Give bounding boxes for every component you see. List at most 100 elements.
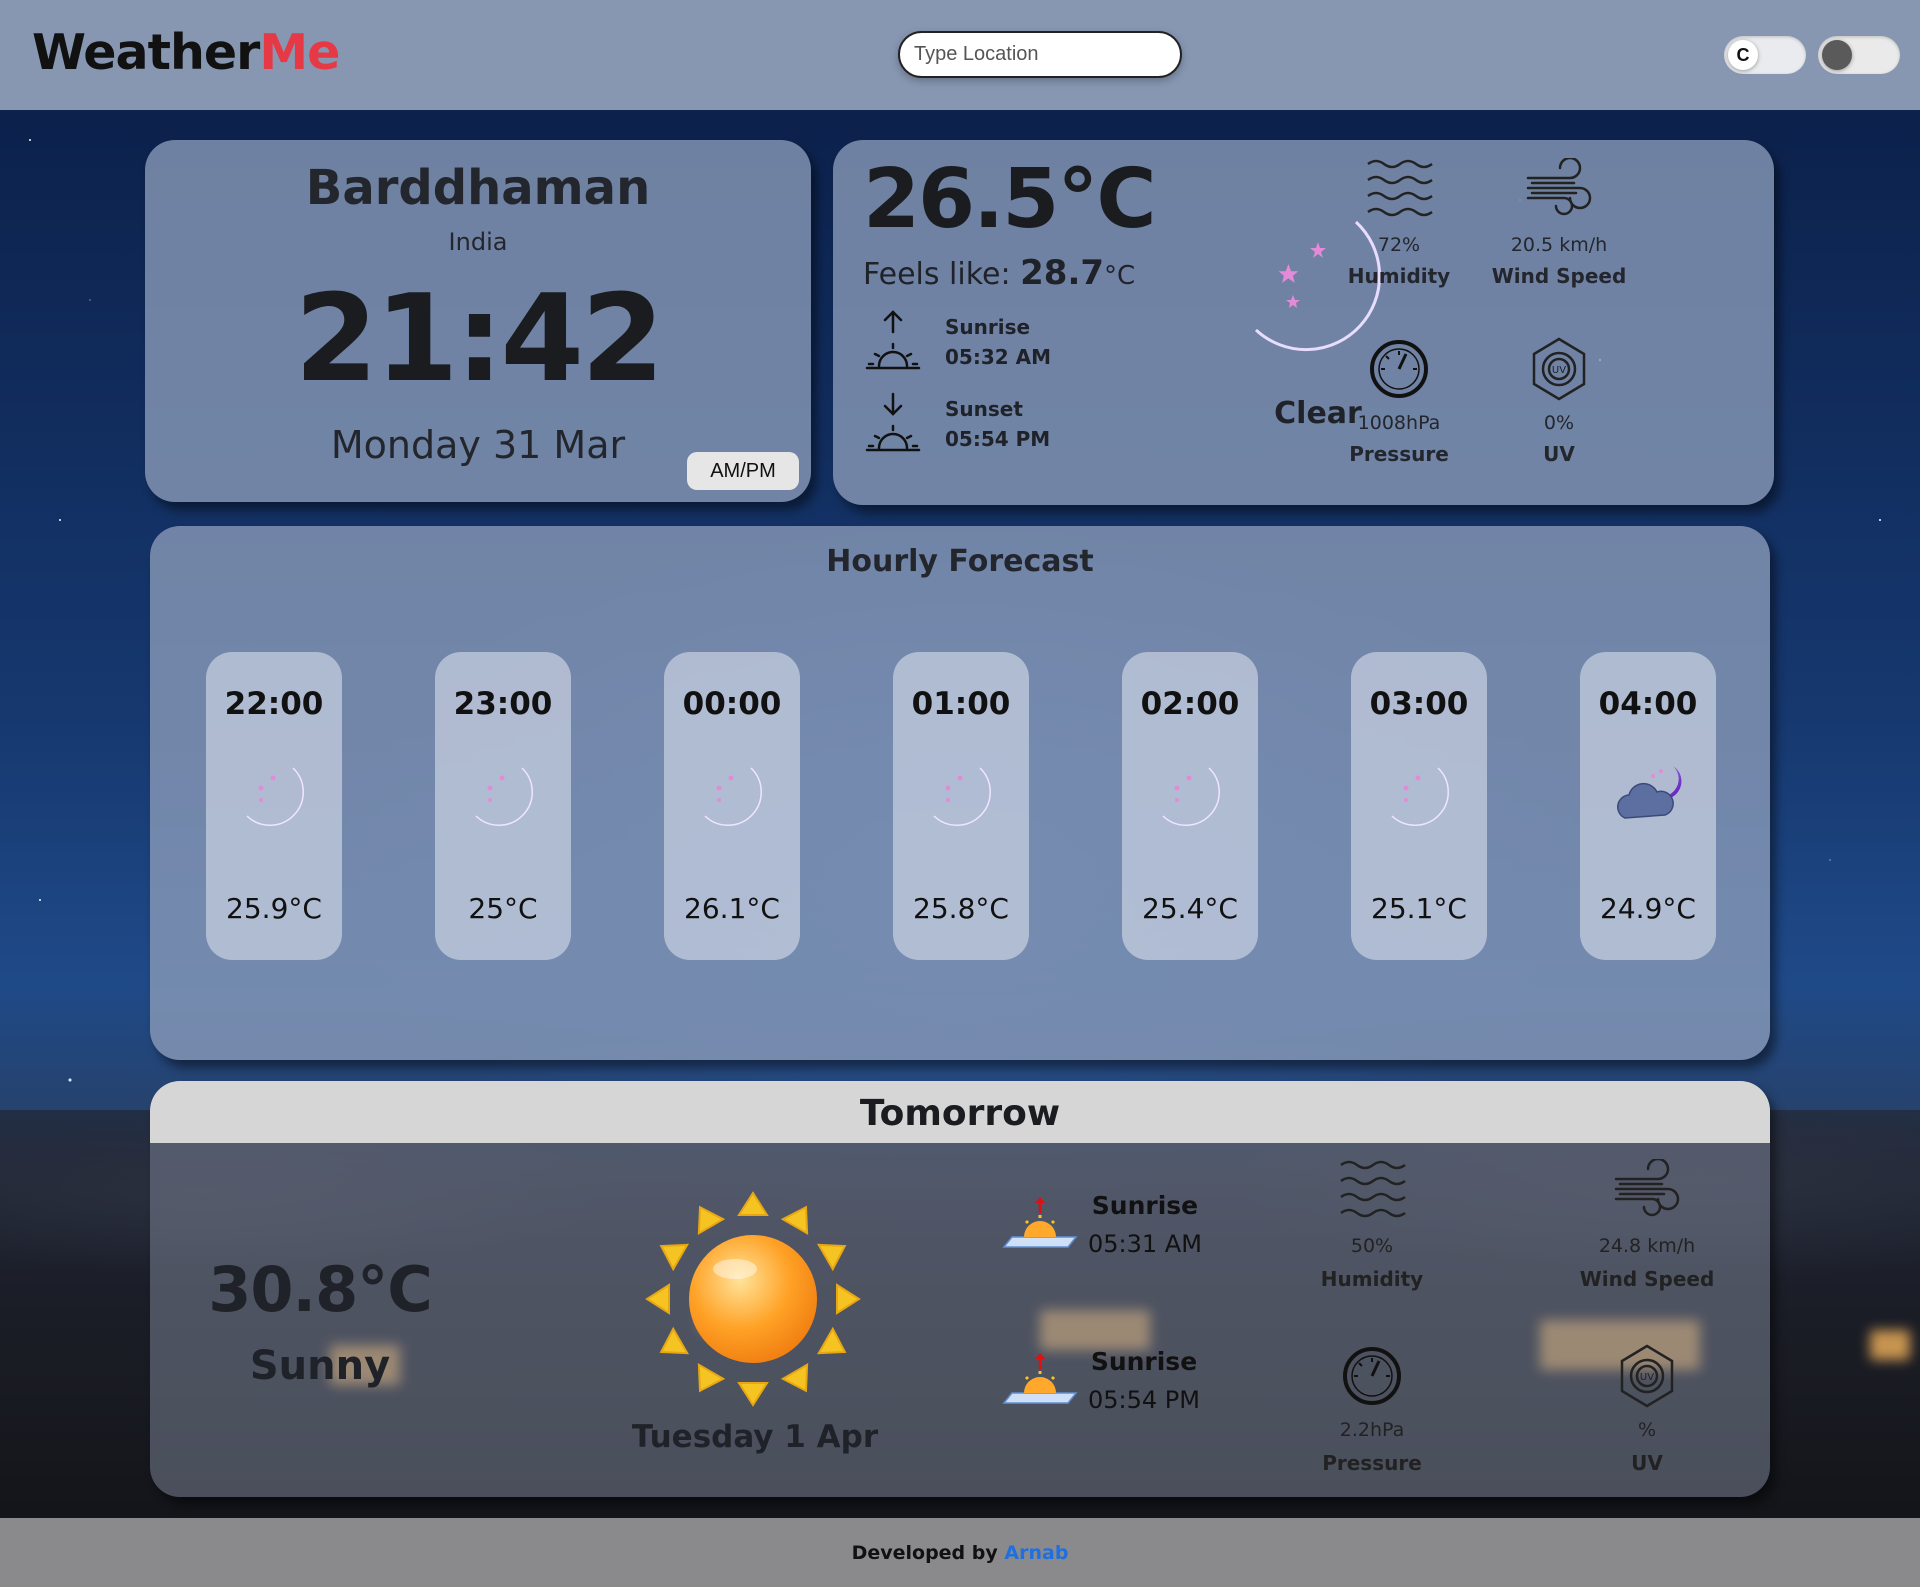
svg-text:UV: UV [1552, 365, 1566, 376]
pressure-gauge-icon [1343, 1347, 1401, 1405]
humidity-stat: 72% Humidity [1319, 158, 1479, 288]
current-temperature: 26.5°C [863, 152, 1156, 247]
feels-like: Feels like: 28.7°C [863, 253, 1135, 293]
wind-label: Wind Speed [1491, 264, 1627, 288]
tomorrow-sunset-row: Sunrise 05:54 PM [1000, 1347, 1200, 1414]
wind-icon [1614, 1159, 1680, 1217]
hourly-time: 22:00 [224, 686, 324, 722]
sun-ray [659, 1326, 690, 1355]
moon-stars-icon [933, 767, 991, 826]
search-input[interactable] [898, 31, 1182, 78]
pressure-stat: 1008hPa Pressure [1319, 336, 1479, 466]
hourly-item: 22:00 25.9°C [206, 652, 342, 960]
hourly-temp: 26.1°C [684, 892, 780, 925]
tomorrow-uv-stat: UV % UV [1557, 1343, 1737, 1475]
hourly-time: 23:00 [453, 686, 553, 722]
tomorrow-title: Tomorrow [150, 1081, 1770, 1143]
tomorrow-sunset-label: Sunrise [1090, 1347, 1198, 1376]
moon-stars-icon [1162, 767, 1220, 826]
hourly-temp: 25.9°C [226, 892, 322, 925]
uv-icon: UV [1620, 1344, 1674, 1408]
hourly-temp: 25.8°C [913, 892, 1009, 925]
app-logo[interactable]: WeatherMe [32, 24, 340, 81]
sunset-icon [1002, 1352, 1078, 1404]
tomorrow-sunrise-label: Sunrise [1091, 1191, 1199, 1220]
tomorrow-date: Tuesday 1 Apr [631, 1419, 879, 1455]
tomorrow-condition: Sunny [249, 1343, 391, 1389]
hourly-time: 01:00 [911, 686, 1011, 722]
current-time: 21:42 [294, 270, 665, 409]
sunset-icon [865, 392, 921, 452]
hourly-item: 03:00 25.1°C [1351, 652, 1487, 960]
sun-ray [780, 1205, 809, 1236]
hourly-temp: 25°C [468, 892, 538, 925]
hourly-item: 04:00 24.9°C [1580, 652, 1716, 960]
humidity-icon [1340, 1160, 1406, 1218]
hourly-time: 00:00 [682, 686, 782, 722]
sunset-label: Sunset [945, 397, 1023, 421]
uv-icon: UV [1532, 337, 1586, 401]
city-light [1870, 1330, 1910, 1360]
theme-toggle-knob [1822, 40, 1852, 70]
hourly-time: 02:00 [1140, 686, 1240, 722]
feels-like-label: Feels like: [863, 257, 1011, 292]
hourly-temp: 25.4°C [1142, 892, 1238, 925]
tomorrow-wind-value: 24.8 km/h [1598, 1235, 1696, 1257]
sunset-row: Sunset 05:54 PM [863, 390, 1050, 458]
unit-toggle[interactable]: C [1724, 36, 1806, 74]
theme-toggle[interactable] [1818, 36, 1900, 74]
pressure-gauge-icon [1370, 340, 1428, 398]
wind-icon [1526, 158, 1592, 216]
hourly-forecast-card: Hourly Forecast 22:00 25.9°C 23:00 25°C … [150, 526, 1770, 1060]
sun-ray [737, 1382, 769, 1407]
top-header: WeatherMe C [0, 0, 1920, 110]
ampm-button[interactable]: AM/PM [687, 452, 799, 490]
sun-ray [780, 1362, 809, 1393]
tomorrow-wind-stat: 24.8 km/h Wind Speed [1557, 1159, 1737, 1291]
country-name: India [448, 228, 508, 256]
tomorrow-card: Tomorrow 30.8°C Sunny Tuesday 1 Apr Sunr… [150, 1081, 1770, 1497]
logo-accent-text: Me [259, 24, 340, 81]
city-time-card: Barddhaman India 21:42 Monday 31 Mar AM/… [145, 140, 811, 502]
humidity-value: 72% [1377, 234, 1421, 256]
moon-cloud-icon [1617, 766, 1682, 819]
tomorrow-sunrise-time: 05:31 AM [1088, 1230, 1202, 1258]
unit-toggle-knob: C [1728, 40, 1758, 70]
wind-value: 20.5 km/h [1510, 234, 1608, 256]
sunrise-row: Sunrise 05:32 AM [863, 308, 1051, 376]
moon-stars-icon [475, 767, 533, 826]
sunrise-icon [865, 310, 921, 370]
sun-ray [816, 1243, 847, 1272]
footer-credit: Developed by [851, 1542, 998, 1564]
tomorrow-wind-label: Wind Speed [1579, 1267, 1715, 1291]
author-link[interactable]: Arnab [1004, 1542, 1068, 1564]
sun-ray [836, 1283, 861, 1315]
sun-ray [697, 1362, 726, 1393]
logo-main-text: Weather [32, 24, 260, 81]
tomorrow-pressure-stat: 2.2hPa Pressure [1282, 1343, 1462, 1475]
moon-stars-icon [704, 767, 762, 826]
pressure-value: 1008hPa [1357, 412, 1441, 434]
sunrise-time: 05:32 AM [945, 345, 1052, 369]
sun-ray [737, 1191, 769, 1216]
hourly-temp: 24.9°C [1600, 892, 1696, 925]
feels-like-unit: °C [1104, 261, 1136, 291]
hourly-time: 04:00 [1598, 686, 1698, 722]
sun-ray [816, 1326, 847, 1355]
hourly-item: 02:00 25.4°C [1122, 652, 1258, 960]
sun-ray [659, 1243, 690, 1272]
tomorrow-uv-value: % [1637, 1419, 1657, 1441]
sunrise-icon [1002, 1196, 1078, 1248]
hourly-time: 03:00 [1369, 686, 1469, 722]
hourly-item: 01:00 25.8°C [893, 652, 1029, 960]
sun-ray [697, 1205, 726, 1236]
humidity-label: Humidity [1347, 264, 1451, 288]
humidity-icon [1367, 159, 1433, 217]
feels-like-value: 28.7 [1020, 253, 1105, 293]
uv-label: UV [1543, 442, 1575, 466]
uv-value: 0% [1543, 412, 1575, 434]
tomorrow-pressure-value: 2.2hPa [1339, 1419, 1405, 1441]
city-name: Barddhaman [305, 160, 651, 216]
tomorrow-humidity-stat: 50% Humidity [1282, 1159, 1462, 1291]
tomorrow-uv-label: UV [1631, 1451, 1663, 1475]
